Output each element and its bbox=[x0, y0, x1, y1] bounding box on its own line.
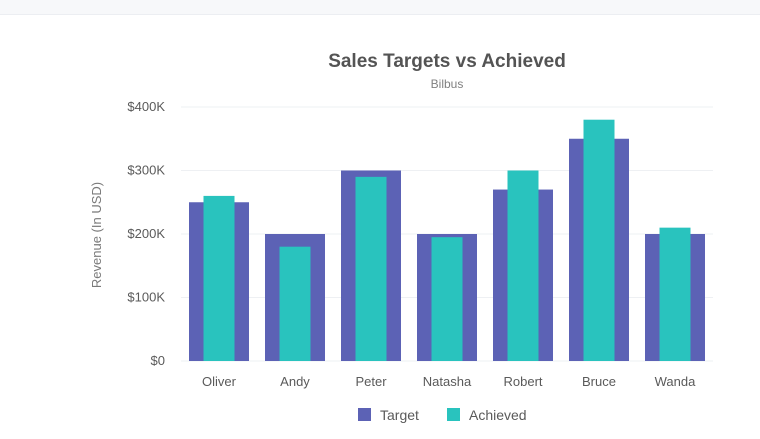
y-axis-ticks: $0 $100K $200K $300K $400K bbox=[127, 99, 165, 368]
x-tick-label: Andy bbox=[280, 374, 310, 389]
y-tick-label: $300K bbox=[127, 163, 165, 178]
bars bbox=[189, 119, 705, 362]
x-tick-label: Bruce bbox=[582, 374, 616, 389]
x-tick-label: Natasha bbox=[423, 374, 472, 389]
chart-container: Sales Targets vs Achieved Bilbus Revenue… bbox=[0, 0, 760, 434]
x-axis-ticks: Oliver Andy Peter Natasha Robert Bruce Wanda bbox=[202, 374, 696, 389]
y-axis-label: Revenue (In USD) bbox=[89, 182, 104, 288]
x-tick-label: Oliver bbox=[202, 374, 237, 389]
bar-achieved-natasha[interactable] bbox=[431, 237, 463, 361]
legend-swatch-achieved bbox=[447, 408, 460, 421]
bar-achieved-wanda[interactable] bbox=[659, 227, 691, 361]
bar-achieved-robert[interactable] bbox=[507, 170, 539, 362]
legend-swatch-target bbox=[358, 408, 371, 421]
x-tick-label: Robert bbox=[503, 374, 542, 389]
y-tick-label: $200K bbox=[127, 226, 165, 241]
bar-achieved-andy[interactable] bbox=[279, 246, 311, 361]
bar-achieved-peter[interactable] bbox=[355, 176, 387, 361]
legend-item-target[interactable]: Target bbox=[358, 407, 419, 423]
sales-chart: Sales Targets vs Achieved Bilbus Revenue… bbox=[89, 51, 713, 423]
y-tick-label: $0 bbox=[151, 353, 165, 368]
bar-achieved-oliver[interactable] bbox=[203, 195, 235, 361]
y-tick-label: $400K bbox=[127, 99, 165, 114]
bar-achieved-bruce[interactable] bbox=[583, 119, 615, 361]
legend-label-achieved: Achieved bbox=[469, 407, 527, 423]
chart-subtitle: Bilbus bbox=[431, 77, 464, 91]
y-tick-label: $100K bbox=[127, 290, 165, 305]
legend[interactable]: Target Achieved bbox=[358, 407, 527, 423]
legend-label-target: Target bbox=[380, 407, 419, 423]
legend-item-achieved[interactable]: Achieved bbox=[447, 407, 527, 423]
x-tick-label: Wanda bbox=[655, 374, 696, 389]
chart-title: Sales Targets vs Achieved bbox=[328, 51, 566, 72]
x-tick-label: Peter bbox=[355, 374, 387, 389]
